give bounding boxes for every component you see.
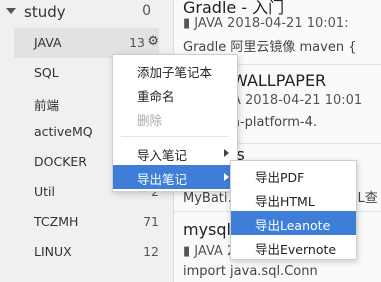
book-icon: ▮	[183, 16, 191, 31]
note-snippet: a-platform-4.	[232, 115, 317, 130]
menu-delete[interactable]: 删除	[113, 106, 237, 130]
notebook-item-linux[interactable]: LINUX 12	[14, 237, 159, 267]
notebook-root-study[interactable]: study 0	[0, 0, 173, 26]
menu-export-notes[interactable]: 导出笔记	[113, 165, 237, 189]
export-html[interactable]: 导出HTML	[231, 187, 356, 211]
notebook-item-tczmh[interactable]: TCZMH 71	[14, 207, 159, 237]
notebook-item-count: 12	[143, 244, 159, 259]
menu-add-sub-notebook[interactable]: 添加子笔记本	[113, 58, 237, 82]
notebook-item-label: TCZMH	[34, 214, 79, 229]
notebook-item-label: LINUX	[34, 244, 72, 259]
notebook-item-label: Util	[34, 184, 55, 199]
submenu-arrow-icon	[224, 149, 229, 157]
menu-rename[interactable]: 重命名	[113, 82, 237, 106]
notebook-item-label: activeMQ	[34, 124, 93, 139]
menu-separator	[121, 136, 229, 137]
export-submenu: 导出PDF 导出HTML 导出Leanote 导出Evernote	[230, 160, 357, 260]
submenu-arrow-icon	[224, 173, 229, 181]
note-meta: ▮ JAVA 2018-04-21 10:01:	[183, 16, 349, 31]
notebook-item-label: 前端	[34, 98, 60, 113]
note-meta: A 2018-04-21 10:01	[232, 93, 363, 108]
note-snippet: import java.sql.Conn	[183, 264, 318, 279]
notebook-item-label: SQL	[34, 65, 59, 80]
expand-arrow-icon[interactable]	[6, 8, 16, 14]
notebook-item-count: 71	[143, 214, 159, 229]
note-title: WALLPAPER	[232, 71, 327, 90]
notebook-root-label: study	[24, 3, 66, 21]
notebook-item-count: 13	[129, 35, 145, 50]
book-icon: ▮	[183, 244, 191, 259]
export-evernote[interactable]: 导出Evernote	[231, 235, 356, 259]
gear-icon[interactable]: ⚙	[147, 34, 159, 49]
note-title: mysql	[183, 220, 231, 239]
notebook-item-label: DOCKER	[34, 154, 87, 169]
note-snippet: Gradle 阿里云镜像 maven {	[183, 40, 357, 55]
notebook-context-menu: 添加子笔记本 重命名 删除 导入笔记 导出笔记	[112, 54, 238, 192]
export-pdf[interactable]: 导出PDF	[231, 163, 356, 187]
notebook-item-label: JAVA	[34, 35, 62, 50]
menu-import-notes[interactable]: 导入笔记	[113, 141, 237, 165]
export-leanote[interactable]: 导出Leanote	[231, 211, 356, 235]
notebook-root-count: 0	[142, 3, 151, 19]
